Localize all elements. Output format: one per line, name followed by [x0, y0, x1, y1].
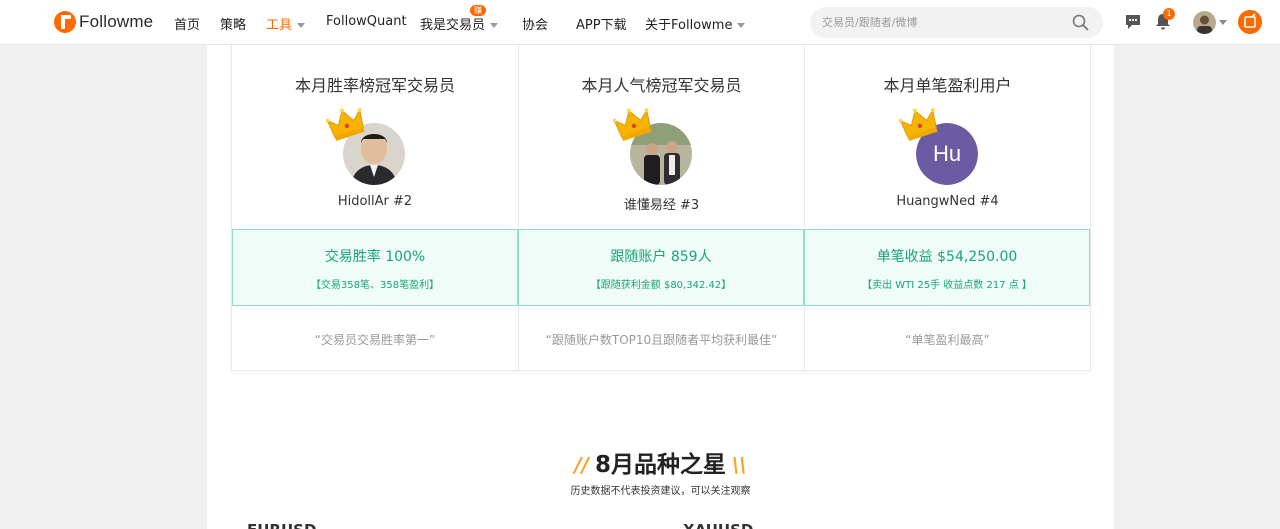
logo-text: Followme — [79, 12, 154, 31]
top-navbar: Followme 首页 策略 工具 FollowQuant 我是交易员 赚 协会… — [0, 0, 1280, 45]
champion-quote: “跟随账户数TOP10且跟随者平均获利最佳” — [545, 333, 778, 347]
decorative-slash-right: \\ — [732, 453, 747, 477]
champion-title: 本月人气榜冠军交易员 — [581, 76, 742, 95]
champion-title: 本月单笔盈利用户 — [883, 76, 1012, 95]
monthly-champions-table: 本月胜率榜冠军交易员 HidollAr #2 交易胜率 100% 【交易358笔… — [231, 45, 1091, 371]
nav-item-strategy[interactable]: 策略 — [220, 14, 246, 33]
stat-box: 跟随账户 859人 【跟随获利金额 $80,342.42】 — [518, 229, 804, 306]
hot-badge: 赚 — [470, 5, 486, 16]
nav-item-tools-label: 工具 — [266, 18, 293, 33]
crown-icon — [899, 108, 938, 141]
symbol-label-xauusd[interactable]: XAUUSD — [683, 519, 753, 529]
followme-logo[interactable]: Followme — [54, 11, 153, 33]
search-box — [810, 7, 1103, 38]
nav-item-about-label: 关于Followme — [645, 18, 733, 33]
stat-box: 交易胜率 100% 【交易358笔、358笔盈利】 — [232, 229, 518, 306]
avatar-image — [1193, 11, 1216, 34]
search-input[interactable] — [822, 7, 1062, 38]
chevron-down-icon[interactable] — [1219, 20, 1227, 25]
nav-item-about[interactable]: 关于Followme — [645, 14, 746, 33]
nav-item-trader-label: 我是交易员 — [420, 18, 486, 33]
trader-name[interactable]: HuangwNed #4 — [805, 194, 1090, 209]
chevron-down-icon — [297, 23, 306, 28]
search-icon[interactable] — [1072, 14, 1089, 31]
chevron-down-icon — [737, 23, 746, 28]
stat-box: 单笔收益 $54,250.00 【卖出 WTI 25手 收益点数 217 点 】 — [804, 229, 1090, 306]
section-title: //8月品种之星 \\ — [207, 445, 1114, 479]
crown-icon — [613, 108, 652, 141]
champion-quote: “交易员交易胜率第一” — [314, 333, 436, 347]
trader-name[interactable]: 谁懂易经 #3 — [519, 194, 804, 213]
stat-detail: 【跟随获利金额 $80,342.42】 — [590, 280, 732, 291]
followme-logo-icon — [54, 11, 76, 33]
nav-item-tools[interactable]: 工具 — [266, 14, 306, 33]
section-subtitle: 历史数据不代表投资建议，可以关注观察 — [570, 486, 751, 497]
stat-main: 交易胜率 100% — [324, 249, 426, 265]
trader-name[interactable]: HidollAr #2 — [232, 194, 518, 209]
main-panel: 本月胜率榜冠军交易员 HidollAr #2 交易胜率 100% 【交易358笔… — [207, 45, 1114, 529]
stat-main: 单笔收益 $54,250.00 — [876, 249, 1018, 265]
app-launcher-icon[interactable] — [1238, 10, 1262, 34]
chevron-down-icon — [490, 23, 499, 28]
user-avatar[interactable] — [1193, 11, 1216, 34]
nav-item-association[interactable]: 协会 — [522, 14, 548, 33]
champion-quote: “单笔盈利最高” — [905, 333, 990, 347]
notification-count-badge: 1 — [1163, 8, 1175, 20]
nav-item-home[interactable]: 首页 — [174, 14, 200, 33]
symbol-label-eurusd[interactable]: EURUSD — [247, 519, 316, 529]
stat-detail: 【卖出 WTI 25手 收益点数 217 点 】 — [862, 280, 1032, 291]
champion-card-win-rate[interactable]: 本月胜率榜冠军交易员 HidollAr #2 交易胜率 100% 【交易358笔… — [232, 45, 518, 371]
decorative-slash-left: // — [574, 453, 589, 477]
nav-item-app-download[interactable]: APP下载 — [576, 14, 627, 33]
nav-item-followquant[interactable]: FollowQuant — [326, 14, 407, 29]
message-icon[interactable] — [1124, 13, 1142, 31]
stat-main: 跟随账户 859人 — [610, 249, 712, 265]
crown-icon — [326, 108, 365, 141]
nav-item-i-am-trader[interactable]: 我是交易员 — [420, 14, 499, 33]
section-title-text: 8月品种之星 — [594, 452, 726, 478]
champion-card-single-profit[interactable]: 本月单笔盈利用户 Hu HuangwNed #4 单笔收益 $54,250.00… — [804, 45, 1090, 371]
stat-detail: 【交易358笔、358笔盈利】 — [310, 280, 440, 291]
champion-card-popularity[interactable]: 本月人气榜冠军交易员 谁懂易经 #3 跟随账户 859人 【跟随获利金额 $80… — [518, 45, 804, 371]
champion-title: 本月胜率榜冠军交易员 — [294, 76, 455, 95]
